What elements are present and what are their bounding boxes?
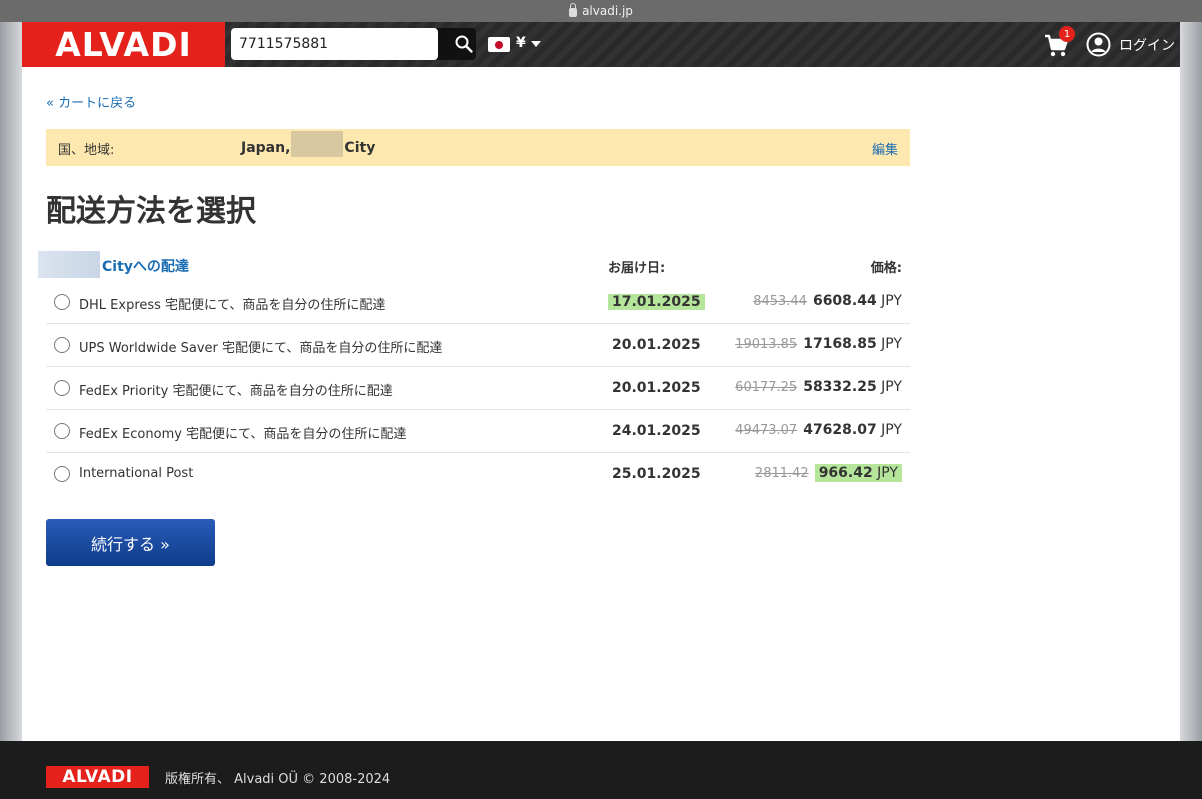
new-price: 58332.25 xyxy=(803,379,877,395)
redacted-city-name xyxy=(38,251,100,278)
option-price: 2811.42 966.42 JPY xyxy=(754,464,902,482)
cart-count-badge: 1 xyxy=(1059,26,1075,42)
radio-button[interactable] xyxy=(54,337,70,353)
continue-button[interactable]: 続行する » xyxy=(46,519,215,566)
option-price: 49473.07 47628.07 JPY xyxy=(735,422,902,438)
country-label: 国、地域: xyxy=(58,143,115,158)
delivery-date: 20.01.2025 xyxy=(612,337,701,353)
lock-icon xyxy=(569,2,578,17)
option-price: 8453.44 6608.44 JPY xyxy=(753,293,902,309)
new-price: 966.42 xyxy=(818,465,873,481)
browser-url-bar[interactable]: alvadi.jp xyxy=(0,0,1202,22)
delivery-date: 25.01.2025 xyxy=(612,466,701,482)
delivery-date: 24.01.2025 xyxy=(612,423,701,439)
delivery-date: 20.01.2025 xyxy=(612,380,701,396)
old-price: 2811.42 xyxy=(754,466,809,481)
radio-button[interactable] xyxy=(54,466,70,482)
currency-selector[interactable]: ¥ xyxy=(516,35,526,51)
shipping-option-fedex-priority[interactable]: FedEx Priority 宅配便にて、商品を自分の住所に配達 20.01.2… xyxy=(46,367,910,410)
delivery-city-title: Cityへの配達 xyxy=(102,259,189,275)
edit-country-link[interactable]: 編集 xyxy=(872,139,898,158)
radio-button[interactable] xyxy=(54,380,70,396)
shipping-options-list: DHL Express 宅配便にて、商品を自分の住所に配達 17.01.2025… xyxy=(46,281,910,496)
japan-flag-icon[interactable] xyxy=(488,37,510,52)
old-price: 19013.85 xyxy=(735,337,798,352)
page-title: 配送方法を選択 xyxy=(46,194,256,229)
shipping-option-international-post[interactable]: International Post 25.01.2025 2811.42 966… xyxy=(46,453,910,496)
option-price: 19013.85 17168.85 JPY xyxy=(735,336,902,352)
redacted-city xyxy=(291,131,344,157)
url-text: alvadi.jp xyxy=(582,4,633,18)
site-footer: ALVADI 版権所有、 Alvadi OÜ © 2008-2024 xyxy=(0,741,1202,799)
price-currency: JPY xyxy=(881,422,902,438)
price-highlight: 966.42 JPY xyxy=(814,464,902,482)
delivery-date: 17.01.2025 xyxy=(608,294,705,310)
delivery-header: Cityへの配達 お届け日: 価格: xyxy=(38,251,910,279)
radio-button[interactable] xyxy=(54,294,70,310)
shipping-option-fedex-economy[interactable]: FedEx Economy 宅配便にて、商品を自分の住所に配達 24.01.20… xyxy=(46,410,910,453)
price-currency: JPY xyxy=(877,465,898,481)
old-price: 49473.07 xyxy=(735,423,798,438)
login-link[interactable]: ログイン xyxy=(1119,35,1175,55)
shipping-option-dhl-express[interactable]: DHL Express 宅配便にて、商品を自分の住所に配達 17.01.2025… xyxy=(46,281,910,324)
site-header: ALVADI ¥ 1 ログイン xyxy=(22,22,1180,67)
new-price: 47628.07 xyxy=(803,422,877,438)
copyright-text: 版権所有、 Alvadi OÜ © 2008-2024 xyxy=(165,772,391,787)
search-input[interactable] xyxy=(231,28,438,60)
option-label[interactable]: International Post xyxy=(79,466,193,481)
option-label[interactable]: FedEx Priority 宅配便にて、商品を自分の住所に配達 xyxy=(79,380,393,399)
radio-button[interactable] xyxy=(54,423,70,439)
old-price: 8453.44 xyxy=(753,294,807,309)
site-logo[interactable]: ALVADI xyxy=(22,22,225,67)
price-header: 価格: xyxy=(870,261,902,276)
delivery-date-header: お届け日: xyxy=(608,261,666,276)
search-icon[interactable] xyxy=(454,34,474,54)
option-label[interactable]: DHL Express 宅配便にて、商品を自分の住所に配達 xyxy=(79,294,385,313)
chevron-down-icon[interactable] xyxy=(531,41,541,47)
option-label[interactable]: FedEx Economy 宅配便にて、商品を自分の住所に配達 xyxy=(79,423,406,442)
old-price: 60177.25 xyxy=(735,380,798,395)
country-region-bar: 国、地域: Japan, City 編集 xyxy=(46,129,910,166)
back-to-cart-link[interactable]: « カートに戻る xyxy=(46,92,136,111)
new-price: 6608.44 xyxy=(812,293,877,309)
country-value: Japan, City xyxy=(241,131,375,157)
shipping-option-ups-worldwide-saver[interactable]: UPS Worldwide Saver 宅配便にて、商品を自分の住所に配達 20… xyxy=(46,324,910,367)
option-label[interactable]: UPS Worldwide Saver 宅配便にて、商品を自分の住所に配達 xyxy=(79,337,442,356)
price-currency: JPY xyxy=(881,293,902,309)
option-price: 60177.25 58332.25 JPY xyxy=(735,379,902,395)
footer-logo[interactable]: ALVADI xyxy=(46,766,149,788)
price-currency: JPY xyxy=(881,336,902,352)
new-price: 17168.85 xyxy=(803,336,877,352)
user-icon[interactable] xyxy=(1086,32,1111,57)
price-currency: JPY xyxy=(881,379,902,395)
